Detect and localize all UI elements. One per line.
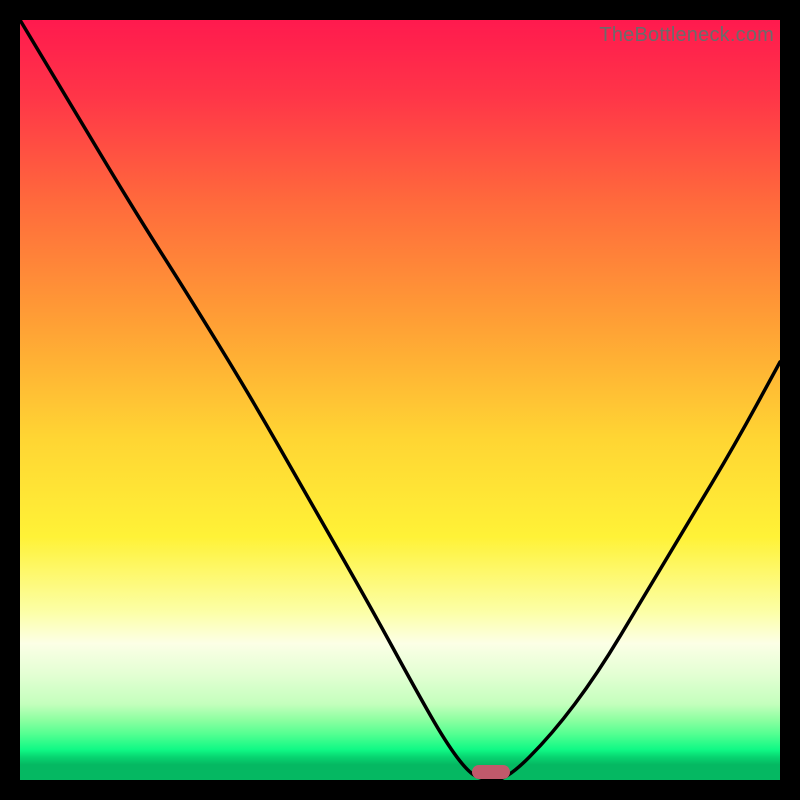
watermark-text: TheBottleneck.com (599, 24, 774, 47)
optimal-point-marker (472, 765, 510, 779)
chart-background-gradient (20, 20, 780, 780)
chart-frame: TheBottleneck.com (20, 20, 780, 780)
